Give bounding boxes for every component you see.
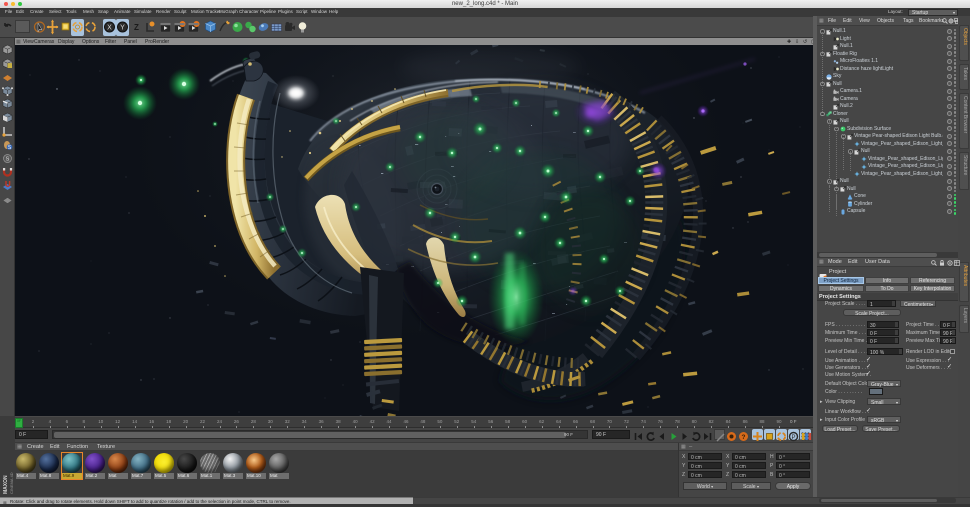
svg-text:Y: Y (120, 24, 125, 31)
svg-text:X: X (107, 24, 112, 31)
svg-text:Z: Z (134, 23, 139, 32)
svg-text:?: ? (742, 434, 746, 441)
svg-text:P: P (791, 435, 795, 441)
svg-text:S: S (6, 156, 10, 162)
